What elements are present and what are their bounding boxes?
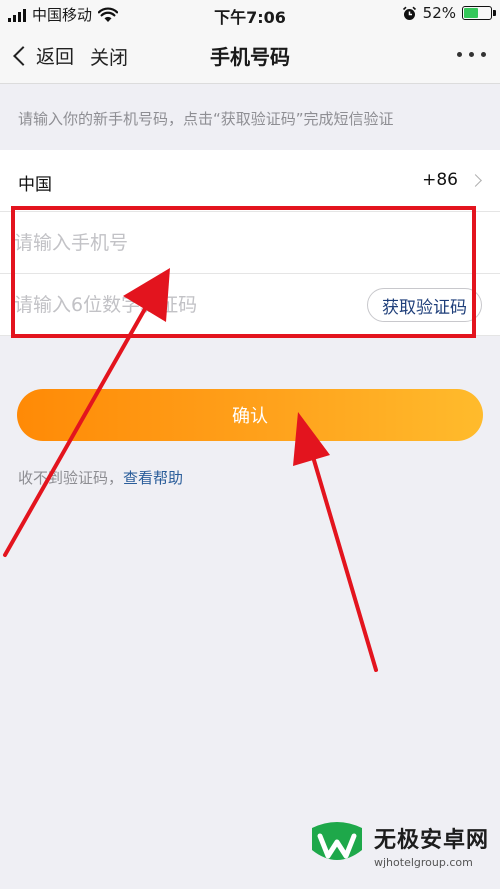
alarm-icon (402, 6, 416, 20)
help-link[interactable]: 查看帮助 (123, 469, 183, 487)
verification-code-input[interactable] (14, 274, 344, 336)
battery-level-fill (464, 8, 478, 18)
country-name: 中国 (18, 175, 52, 195)
country-code: +86 (422, 170, 458, 190)
phone-row (0, 212, 500, 274)
page-title: 手机号码 (210, 45, 290, 69)
instruction-text: 请输入你的新手机号码，点击“获取验证码”完成短信验证 (18, 110, 394, 128)
annotation-arrows (3, 268, 378, 672)
get-code-button[interactable]: 获取验证码 (367, 288, 482, 322)
watermark-text: 无极安卓网 wjhotelgroup.com (374, 822, 489, 869)
watermark-logo-icon (312, 822, 362, 860)
status-right: 52% (402, 4, 496, 22)
phone-form: 中国 +86 获取验证码 (0, 150, 500, 336)
battery-icon (462, 6, 496, 20)
country-selector[interactable]: 中国 +86 (0, 150, 500, 212)
watermark: 无极安卓网 wjhotelgroup.com (308, 820, 489, 870)
battery-percent: 52% (422, 4, 456, 22)
nav-bar: 返回 关闭 手机号码 (0, 30, 500, 84)
phone-input[interactable] (14, 212, 344, 274)
watermark-name: 无极安卓网 (374, 827, 490, 853)
help-prefix: 收不到验证码， (18, 469, 124, 487)
watermark-url: wjhotelgroup.com (374, 855, 473, 869)
status-bar: 中国移动 下午7:06 52% (0, 0, 500, 30)
arrow-to-confirm-button (293, 412, 378, 672)
confirm-button[interactable]: 确认 (17, 389, 483, 441)
code-row: 获取验证码 (0, 274, 500, 336)
help-text: 收不到验证码，查看帮助 (18, 467, 183, 488)
chevron-right-icon (469, 174, 482, 187)
more-dots-icon[interactable] (457, 52, 486, 57)
